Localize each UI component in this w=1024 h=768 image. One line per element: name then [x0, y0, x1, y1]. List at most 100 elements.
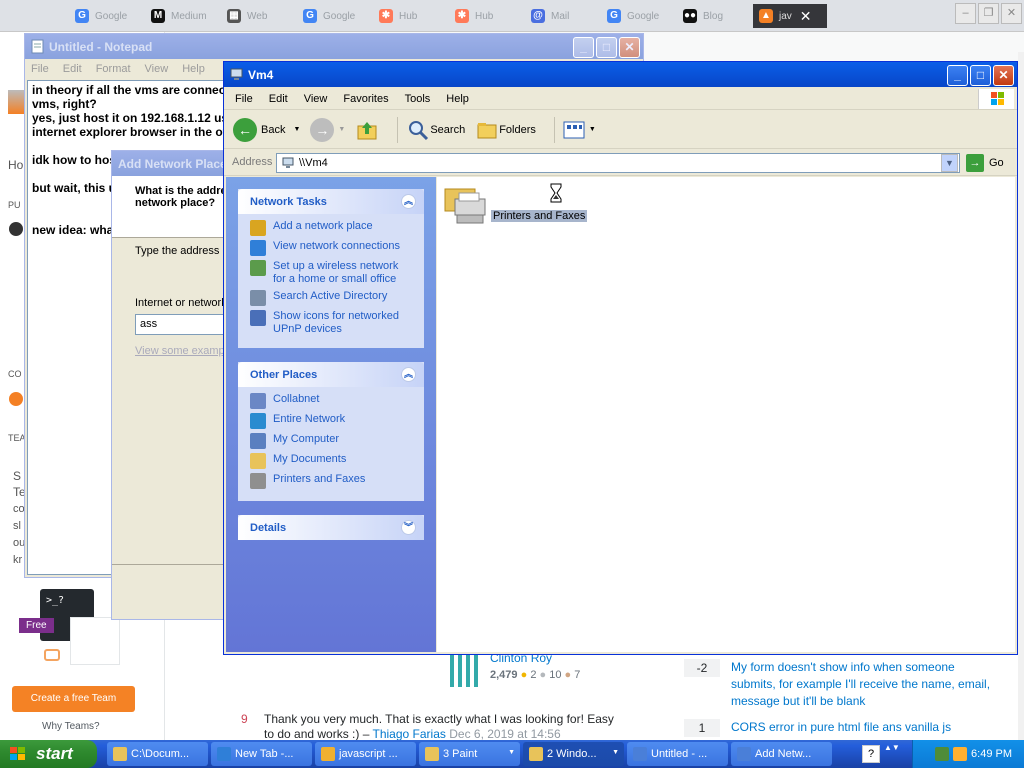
avatar[interactable] [450, 655, 482, 687]
minimize-button[interactable]: _ [573, 37, 594, 58]
collapse-chevron-icon[interactable]: ︽ [401, 194, 416, 209]
menu-edit[interactable]: Edit [269, 93, 288, 105]
task-label: Printers and Faxes [273, 473, 366, 485]
browser-tab[interactable]: ●● Blog [677, 4, 751, 28]
panel-header[interactable]: Details ︾ [238, 515, 424, 540]
collapse-chevron-icon[interactable]: ︽ [401, 367, 416, 382]
notepad-icon [31, 39, 44, 54]
task-link[interactable]: Search Active Directory [250, 290, 414, 306]
menu-edit[interactable]: Edit [63, 63, 82, 75]
task-link[interactable]: Add a network place [250, 220, 414, 236]
folders-button[interactable]: Folders [475, 118, 536, 142]
task-link[interactable]: Set up a wireless network for a home or … [250, 260, 414, 286]
taskbar-button[interactable]: Untitled - ... [627, 742, 728, 766]
panel-header[interactable]: Other Places ︽ [238, 362, 424, 387]
menu-help[interactable]: Help [182, 63, 205, 75]
views-button[interactable]: ▼ [563, 120, 596, 140]
task-link[interactable]: Show icons for networked UPnP devices [250, 310, 414, 336]
taskbar-scroll-icon[interactable]: ▲▼ [884, 743, 900, 765]
folder-icon [250, 453, 266, 469]
taskbar-button[interactable]: C:\Docum... [107, 742, 208, 766]
go-button[interactable]: → Go [966, 154, 1004, 172]
help-icon[interactable]: ? [862, 745, 880, 763]
menu-view[interactable]: View [145, 63, 169, 75]
taskbar-buttons: C:\Docum... New Tab -... javascript ... 3 P… [107, 742, 835, 766]
task-link[interactable]: View network connections [250, 240, 414, 256]
search-tray-icon[interactable] [953, 747, 968, 761]
create-team-button[interactable]: Create a free Team [12, 686, 135, 712]
task-label: New Tab -... [235, 748, 294, 760]
related-score: 1 [684, 719, 720, 737]
taskbar-button[interactable]: 2 Windo... ▼ [523, 742, 624, 766]
chevron-down-icon[interactable]: ▼ [293, 126, 300, 133]
panel-title: Network Tasks [250, 195, 327, 208]
browser-scrollbar[interactable] [1018, 52, 1024, 742]
chevron-down-icon[interactable]: ▼ [508, 749, 515, 756]
task-link[interactable]: My Computer [250, 433, 414, 449]
menu-file[interactable]: File [31, 63, 49, 75]
browser-minimize-button[interactable]: – [955, 3, 976, 24]
up-folder-button[interactable] [355, 118, 379, 142]
related-link[interactable]: My form doesn't show info when someone s… [731, 659, 991, 710]
go-label: Go [989, 157, 1004, 169]
browser-tab[interactable]: G Google [601, 4, 675, 28]
browser-tab[interactable]: ✱ Hub [373, 4, 447, 28]
related-link[interactable]: CORS error in pure html file ans vanilla… [731, 719, 991, 736]
taskbar-button[interactable]: New Tab -... [211, 742, 312, 766]
menu-file[interactable]: File [235, 93, 253, 105]
notepad-titlebar[interactable]: Untitled - Notepad _ □ ✕ [25, 34, 643, 59]
browser-tab[interactable]: M Medium [145, 4, 219, 28]
why-teams-link[interactable]: Why Teams? [42, 721, 100, 732]
task-link[interactable]: Printers and Faxes [250, 473, 414, 489]
browser-close-button[interactable]: ✕ [1001, 3, 1022, 24]
browser-restore-button[interactable]: ❐ [978, 3, 999, 24]
menu-format[interactable]: Format [96, 63, 131, 75]
browser-tab[interactable]: G Google [69, 4, 143, 28]
chevron-down-icon[interactable]: ▼ [612, 749, 619, 756]
search-directory-icon [250, 290, 266, 306]
menu-help[interactable]: Help [446, 93, 469, 105]
printers-and-faxes-item[interactable]: Printers and Faxes [443, 185, 588, 229]
task-link[interactable]: My Documents [250, 453, 414, 469]
network-tray-icon[interactable] [935, 747, 950, 761]
browser-tab[interactable]: G Google [297, 4, 371, 28]
chevron-down-icon[interactable]: ▼ [338, 126, 345, 133]
tab-close-icon[interactable]: ✕ [800, 8, 812, 25]
expand-chevron-icon[interactable]: ︾ [401, 520, 416, 535]
chevron-down-icon[interactable]: ▼ [589, 126, 596, 133]
minimize-button[interactable]: _ [947, 65, 968, 86]
panel-header[interactable]: Network Tasks ︽ [238, 189, 424, 214]
folders-label: Folders [499, 123, 536, 136]
browser-tab[interactable]: @ Mail [525, 4, 599, 28]
taskbar-button[interactable]: 3 Paint ▼ [419, 742, 520, 766]
back-button[interactable]: ← Back ▼ [233, 117, 300, 142]
search-button[interactable]: Search [406, 118, 465, 142]
task-app-icon [113, 747, 127, 761]
taskbar-button[interactable]: Add Netw... [731, 742, 832, 766]
panel-title: Details [250, 521, 287, 534]
browser-tab[interactable]: ▲ jav ✕ [753, 4, 827, 28]
task-link[interactable]: Collabnet [250, 393, 414, 409]
menu-favorites[interactable]: Favorites [343, 93, 388, 105]
browser-tab[interactable]: ✱ Hub [449, 4, 523, 28]
address-input[interactable]: \\Vm4 [276, 153, 960, 173]
up-folder-icon [357, 121, 377, 139]
menu-view[interactable]: View [304, 93, 328, 105]
network-tasks-list: Add a network place View network connecti… [238, 214, 424, 348]
start-button[interactable]: start [0, 740, 97, 768]
comment-author-link[interactable]: Thiago Farias [373, 727, 446, 741]
close-button[interactable]: ✕ [993, 65, 1014, 86]
clock[interactable]: 6:49 PM [971, 748, 1012, 760]
explorer-titlebar[interactable]: Vm4 _ □ ✕ [224, 62, 1017, 87]
taskbar-button[interactable]: javascript ... [315, 742, 416, 766]
task-link[interactable]: Entire Network [250, 413, 414, 429]
menu-tools[interactable]: Tools [405, 93, 431, 105]
close-button[interactable]: ✕ [619, 37, 640, 58]
tab-favicon-icon: G [607, 9, 621, 23]
maximize-button[interactable]: □ [970, 65, 991, 86]
forward-button[interactable]: → ▼ [310, 117, 345, 142]
address-dropdown-button[interactable]: ▼ [941, 154, 958, 172]
browser-tab[interactable]: ▦ Web [221, 4, 295, 28]
maximize-button[interactable]: □ [596, 37, 617, 58]
bronze-badges: 7 [574, 669, 581, 681]
